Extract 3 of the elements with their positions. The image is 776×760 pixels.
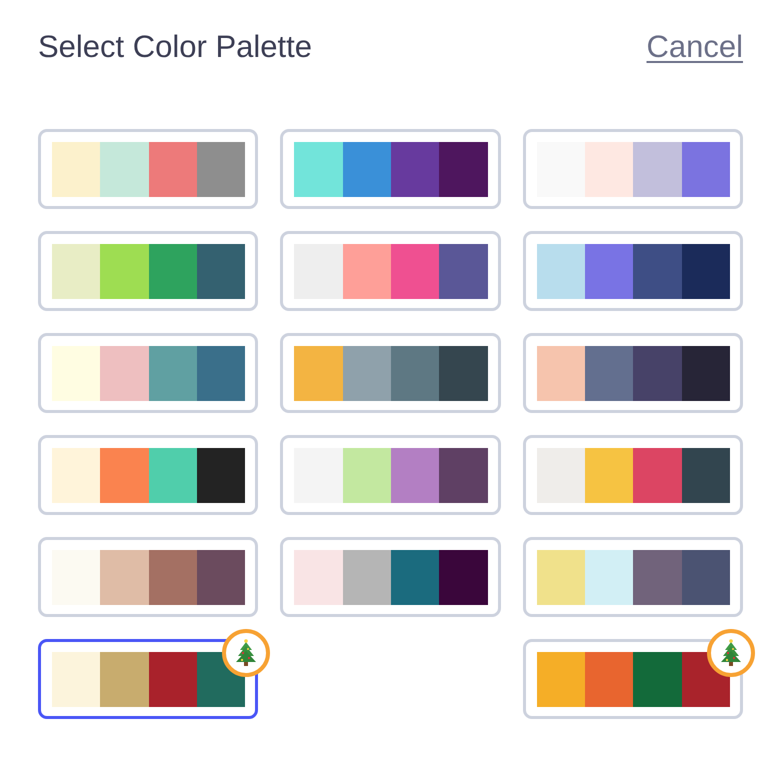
cancel-link[interactable]: Cancel	[646, 28, 743, 66]
dialog-title: Select Color Palette	[38, 28, 312, 66]
palette-card[interactable]	[38, 639, 258, 719]
